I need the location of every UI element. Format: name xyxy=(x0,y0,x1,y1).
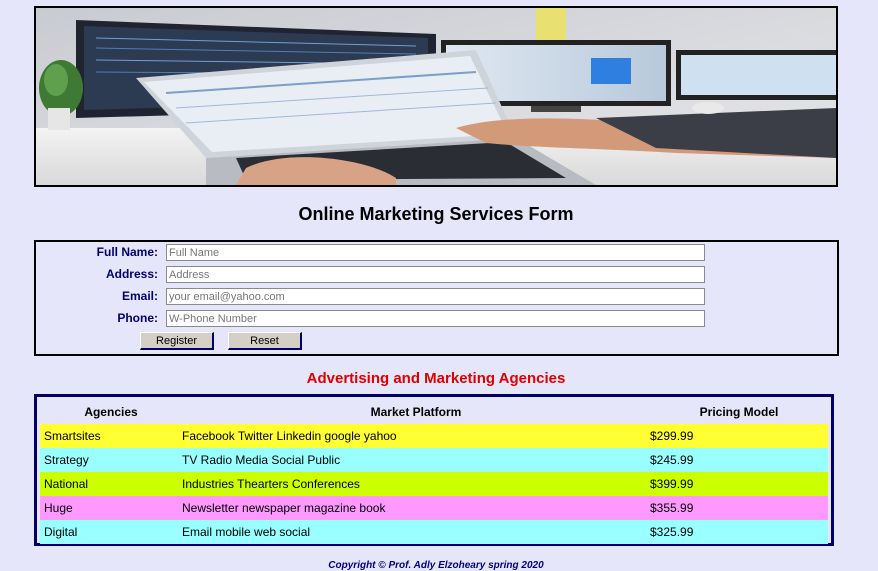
platform-cell: Email mobile web social xyxy=(182,525,311,539)
agency-cell: National xyxy=(44,477,89,491)
price-cell: $325.99 xyxy=(650,525,694,539)
table-row: National Industries Thearters Conferences… xyxy=(40,472,828,496)
price-cell: $245.99 xyxy=(650,453,694,467)
email-input[interactable] xyxy=(166,288,705,305)
table-row: Huge Newsletter newspaper magazine book $3… xyxy=(40,496,828,520)
price-cell: $299.99 xyxy=(650,429,694,443)
platform-cell: Facebook Twitter Linkedin google yahoo xyxy=(182,429,397,443)
table-row: Digital Email mobile web social $325.99 xyxy=(40,520,828,544)
full-name-input[interactable] xyxy=(166,244,705,261)
agency-cell: Huge xyxy=(44,501,73,515)
table-row: Strategy TV Radio Media Social Public $245… xyxy=(40,448,828,472)
header-agencies: Agencies xyxy=(84,405,138,419)
copyright-footer: Copyright © Prof. Adly Elzoheary spring … xyxy=(328,560,544,571)
address-input[interactable] xyxy=(166,266,705,283)
platform-cell: Industries Thearters Conferences xyxy=(182,477,360,491)
register-button[interactable]: Register xyxy=(140,332,214,350)
phone-input[interactable] xyxy=(166,310,705,327)
agency-cell: Digital xyxy=(44,525,78,539)
full-name-label: Full Name: xyxy=(96,245,158,259)
agencies-table: Agencies Market Platform Pricing Model S… xyxy=(34,394,834,546)
table-row: Smartsites Facebook Twitter Linkedin goog… xyxy=(40,424,828,448)
form-title: Online Marketing Services Form xyxy=(298,204,574,224)
header-market-platform: Market Platform xyxy=(370,405,462,419)
registration-form: Full Name: Address: Email: Phone: Regist… xyxy=(34,240,839,356)
reset-button[interactable]: Reset xyxy=(228,332,302,350)
agencies-title: Advertising and Marketing Agencies xyxy=(306,370,566,387)
address-label: Address: xyxy=(105,267,158,281)
price-cell: $355.99 xyxy=(650,501,694,515)
header-pricing-model: Pricing Model xyxy=(699,405,779,419)
table-header-row: Agencies Market Platform Pricing Model xyxy=(40,400,828,424)
platform-cell: Newsletter newspaper magazine book xyxy=(182,501,386,515)
laptop-workspace-photo-icon xyxy=(36,8,836,185)
price-cell: $399.99 xyxy=(650,477,694,491)
phone-label: Phone: xyxy=(117,311,158,325)
agency-cell: Smartsites xyxy=(44,429,101,443)
platform-cell: TV Radio Media Social Public xyxy=(182,453,341,467)
email-label: Email: xyxy=(121,289,158,303)
banner-image xyxy=(34,6,838,187)
agency-cell: Strategy xyxy=(44,453,89,467)
